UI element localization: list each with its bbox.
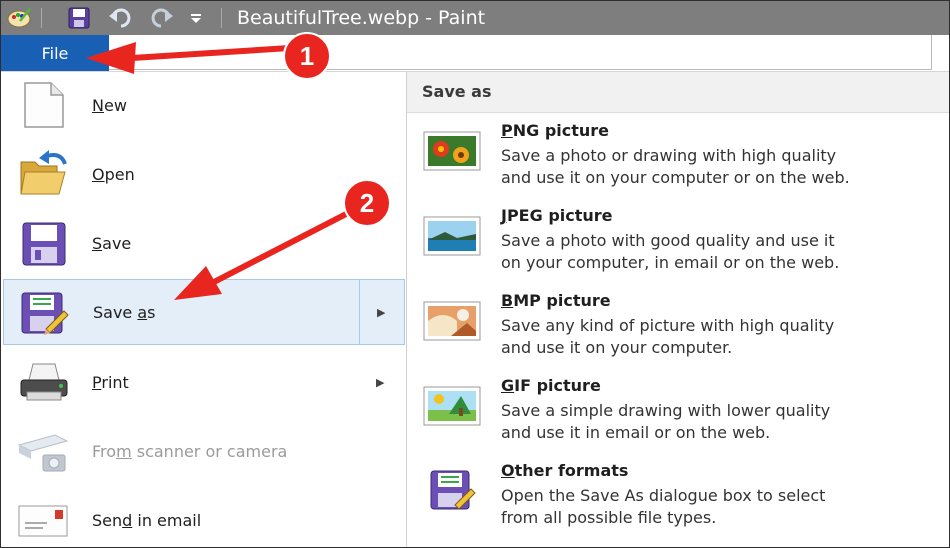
file-menu: New Open Save Save as ▶ Print ▶ From sca… — [1, 72, 407, 547]
option-title: Other formats — [501, 461, 629, 480]
save-as-gif-option[interactable]: GIF picture Save a simple drawing with l… — [407, 376, 949, 460]
title-separator — [41, 8, 42, 28]
menu-item-from-scanner-or-camera: From scanner or camera — [3, 418, 405, 484]
paint-window: BeautifulTree.webp - Paint File New Open… — [0, 0, 950, 548]
redo-icon[interactable] — [147, 6, 175, 30]
customize-toolbar-dropdown-icon[interactable] — [187, 6, 205, 30]
menu-item-label: Open — [92, 164, 135, 184]
save-as-bmp-option[interactable]: BMP picture Save any kind of picture wit… — [407, 291, 949, 375]
option-title: BMP picture — [501, 291, 611, 310]
menu-item-print[interactable]: Print ▶ — [3, 349, 405, 415]
menu-item-label: Print — [92, 372, 129, 392]
save-as-png-option[interactable]: PNG picture Save a photo or drawing with… — [407, 121, 949, 205]
menu-item-label: New — [92, 95, 127, 115]
option-title: JPEG picture — [501, 206, 613, 225]
new-document-icon — [17, 81, 69, 129]
option-description: Save a photo with good quality and use i… — [501, 231, 840, 272]
open-folder-icon — [17, 150, 69, 198]
paint-app-icon[interactable] — [3, 6, 35, 30]
scanner-camera-icon — [17, 427, 69, 475]
save-as-icon — [18, 289, 70, 337]
window-title: BeautifulTree.webp - Paint — [237, 7, 486, 29]
menu-item-save[interactable]: Save — [3, 210, 405, 276]
menu-item-save-as[interactable]: Save as ▶ — [3, 279, 405, 345]
menu-item-label: Save as — [93, 302, 156, 322]
menu-item-open[interactable]: Open — [3, 141, 405, 207]
undo-icon[interactable] — [107, 6, 135, 30]
gif-picture-icon — [423, 384, 483, 428]
save-as-header: Save as — [407, 72, 949, 113]
submenu-divider — [359, 280, 360, 344]
jpeg-picture-icon — [423, 214, 483, 258]
option-description: Save a simple drawing with lower quality… — [501, 401, 831, 442]
bmp-picture-icon — [423, 299, 483, 343]
file-tab-label: File — [41, 43, 69, 63]
title-separator — [221, 8, 222, 28]
option-description: Save a photo or drawing with high qualit… — [501, 146, 850, 187]
menu-item-label: From scanner or camera — [92, 441, 288, 461]
save-as-submenu: Save as PNG picture Save a photo or draw… — [407, 72, 949, 547]
submenu-arrow-icon[interactable]: ▶ — [376, 376, 384, 389]
ribbon-panel — [109, 35, 932, 70]
png-picture-icon — [423, 129, 483, 173]
menu-item-label: Save — [92, 233, 132, 253]
menu-item-send-in-email[interactable]: Send in email — [3, 487, 405, 547]
quick-save-icon[interactable] — [65, 6, 93, 30]
option-description: Save any kind of picture with high quali… — [501, 316, 835, 357]
save-disk-icon — [17, 219, 69, 267]
option-title: PNG picture — [501, 121, 610, 140]
option-description: Open the Save As dialogue box to select f… — [501, 486, 826, 527]
menu-item-new[interactable]: New — [3, 72, 405, 138]
other-formats-icon — [423, 469, 483, 513]
file-tab[interactable]: File — [1, 35, 109, 71]
title-bar: BeautifulTree.webp - Paint — [1, 1, 949, 35]
save-as-other-formats-option[interactable]: Other formats Open the Save As dialogue … — [407, 461, 949, 545]
printer-icon — [17, 358, 69, 406]
save-as-jpeg-option[interactable]: JPEG picture Save a photo with good qual… — [407, 206, 949, 290]
submenu-arrow-icon[interactable]: ▶ — [377, 306, 385, 319]
email-icon — [17, 496, 69, 544]
option-title: GIF picture — [501, 376, 601, 395]
menu-item-label: Send in email — [92, 510, 202, 530]
